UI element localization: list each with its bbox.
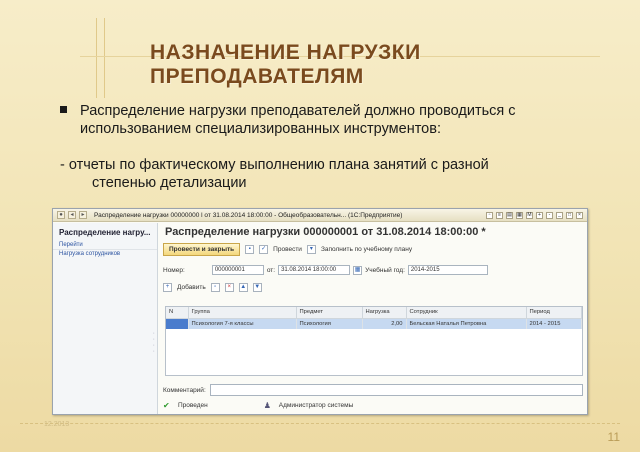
col-header[interactable]: Сотрудник: [406, 307, 527, 319]
document-title: Распределение нагрузки 000000001 от 31.0…: [165, 226, 486, 238]
date-label: от:: [266, 266, 276, 274]
bullet-mark: [60, 106, 67, 113]
col-header[interactable]: Предмет: [296, 307, 363, 319]
header-fields: Номер: 000000001 от: 31.08.2014 18:00:00…: [163, 264, 583, 276]
col-header[interactable]: Нагрузка: [362, 307, 407, 319]
nav-panel-title: Распределение нагру...: [59, 228, 151, 237]
col-header[interactable]: Период: [526, 307, 582, 319]
copy-icon[interactable]: ▫: [486, 211, 493, 219]
user-icon: ♟: [263, 401, 271, 410]
memory-plus-icon[interactable]: +: [536, 211, 543, 219]
form-toolbar: Провести и закрыть ▪ ✓ Провести ▾ Заполн…: [163, 242, 583, 256]
col-header[interactable]: N: [166, 307, 189, 319]
app-menu-icon[interactable]: ●: [57, 211, 65, 219]
table-row[interactable]: Психология 7-я классы Психология 2,00 Бе…: [166, 318, 582, 329]
load-table[interactable]: N Группа Предмет Нагрузка Сотрудник Пери…: [165, 306, 583, 376]
nav-panel: Распределение нагру... Перейти Нагрузка …: [53, 223, 158, 414]
close-icon[interactable]: ×: [576, 211, 583, 219]
restore-icon[interactable]: □: [566, 211, 573, 219]
memory-minus-icon[interactable]: -: [546, 211, 553, 219]
window-title: Распределение нагрузки 00000000 l от 31.…: [94, 211, 403, 219]
fill-icon[interactable]: ▾: [306, 244, 316, 254]
comment-field[interactable]: [209, 384, 583, 396]
move-up-icon[interactable]: ▲: [238, 282, 248, 292]
bullet-text: Распределение нагрузки преподавателей до…: [80, 103, 516, 137]
cell-employee[interactable]: Бельская Наталья Петровна: [406, 318, 527, 329]
cell-load[interactable]: 2,00: [362, 318, 407, 329]
window-titlebar: ● ◂ ▸ Распределение нагрузки 00000000 l …: [53, 209, 587, 222]
comment-label: Комментарий:: [163, 386, 206, 394]
post-button[interactable]: Провести: [273, 246, 302, 253]
table-header-row: N Группа Предмет Нагрузка Сотрудник Пери…: [166, 307, 582, 319]
page-number: 11: [607, 430, 620, 444]
col-header[interactable]: Группа: [188, 307, 297, 319]
dash-line-2: степенью детализации: [92, 175, 247, 191]
document-form: Распределение нагрузки 000000001 от 31.0…: [163, 223, 583, 414]
number-field[interactable]: 000000001: [211, 265, 264, 275]
add-button[interactable]: Добавить: [177, 284, 206, 291]
posted-status: Проведен: [178, 402, 208, 409]
nav-item-staff-load[interactable]: Нагрузка сотрудников: [53, 250, 157, 258]
decor-line: [20, 423, 620, 424]
calendar-icon[interactable]: ▦: [516, 211, 523, 219]
forward-icon[interactable]: ▸: [79, 211, 87, 219]
decor-line: [104, 18, 105, 98]
slide-title: НАЗНАЧЕНИЕ НАГРУЗКИ ПРЕПОДАВАТЕЛЯМ: [150, 41, 421, 88]
list-icon[interactable]: ≡: [496, 211, 503, 219]
delete-icon[interactable]: ×: [224, 282, 234, 292]
move-down-icon[interactable]: ▼: [252, 282, 262, 292]
post-icon[interactable]: ✓: [259, 244, 269, 254]
bullet-item: Распределение нагрузки преподавателей до…: [60, 102, 600, 138]
status-bar: ✔ Проведен ♟ Администратор системы: [163, 401, 583, 410]
post-and-close-button[interactable]: Провести и закрыть: [163, 242, 241, 256]
cell-group[interactable]: Психология 7-я классы: [188, 318, 297, 329]
year-label: Учебный год:: [365, 266, 405, 274]
printer-icon[interactable]: ▤: [506, 211, 513, 219]
slide: НАЗНАЧЕНИЕ НАГРУЗКИ ПРЕПОДАВАТЕЛЯМ Распр…: [0, 0, 640, 452]
nav-item-goto[interactable]: Перейти: [53, 241, 157, 250]
grid-toolbar: + Добавить ▫ × ▲ ▼: [163, 281, 583, 293]
app-window: ● ◂ ▸ Распределение нагрузки 00000000 l …: [52, 208, 588, 415]
comment-row: Комментарий:: [163, 384, 583, 396]
number-label: Номер:: [163, 266, 185, 274]
cell-n[interactable]: [166, 318, 189, 329]
footer-tag: 12.2013: [44, 421, 70, 428]
author-name: Администратор системы: [278, 402, 354, 409]
save-icon[interactable]: ▪: [245, 244, 255, 254]
dash-item: - отчеты по фактическому выполнению план…: [60, 156, 600, 192]
back-icon[interactable]: ◂: [68, 211, 76, 219]
calendar-picker-icon[interactable]: ▦: [353, 265, 363, 275]
decor-line: [96, 18, 97, 98]
add-icon[interactable]: +: [163, 282, 172, 292]
year-field[interactable]: 2014-2015: [407, 265, 488, 275]
splitter-handle[interactable]: · · · ·: [153, 330, 155, 355]
memory-icon[interactable]: M: [526, 211, 533, 219]
dash-line-1: - отчеты по фактическому выполнению план…: [60, 157, 489, 173]
fill-from-plan-button[interactable]: Заполнить по учебному плану: [321, 246, 412, 253]
copy-row-icon[interactable]: ▫: [210, 282, 220, 292]
minimize-icon[interactable]: _: [556, 211, 563, 219]
cell-period[interactable]: 2014 - 2015: [526, 318, 582, 329]
date-field[interactable]: 31.08.2014 18:00:00: [278, 265, 351, 275]
cell-subject[interactable]: Психология: [296, 318, 363, 329]
posted-check-icon: ✔: [163, 401, 170, 410]
